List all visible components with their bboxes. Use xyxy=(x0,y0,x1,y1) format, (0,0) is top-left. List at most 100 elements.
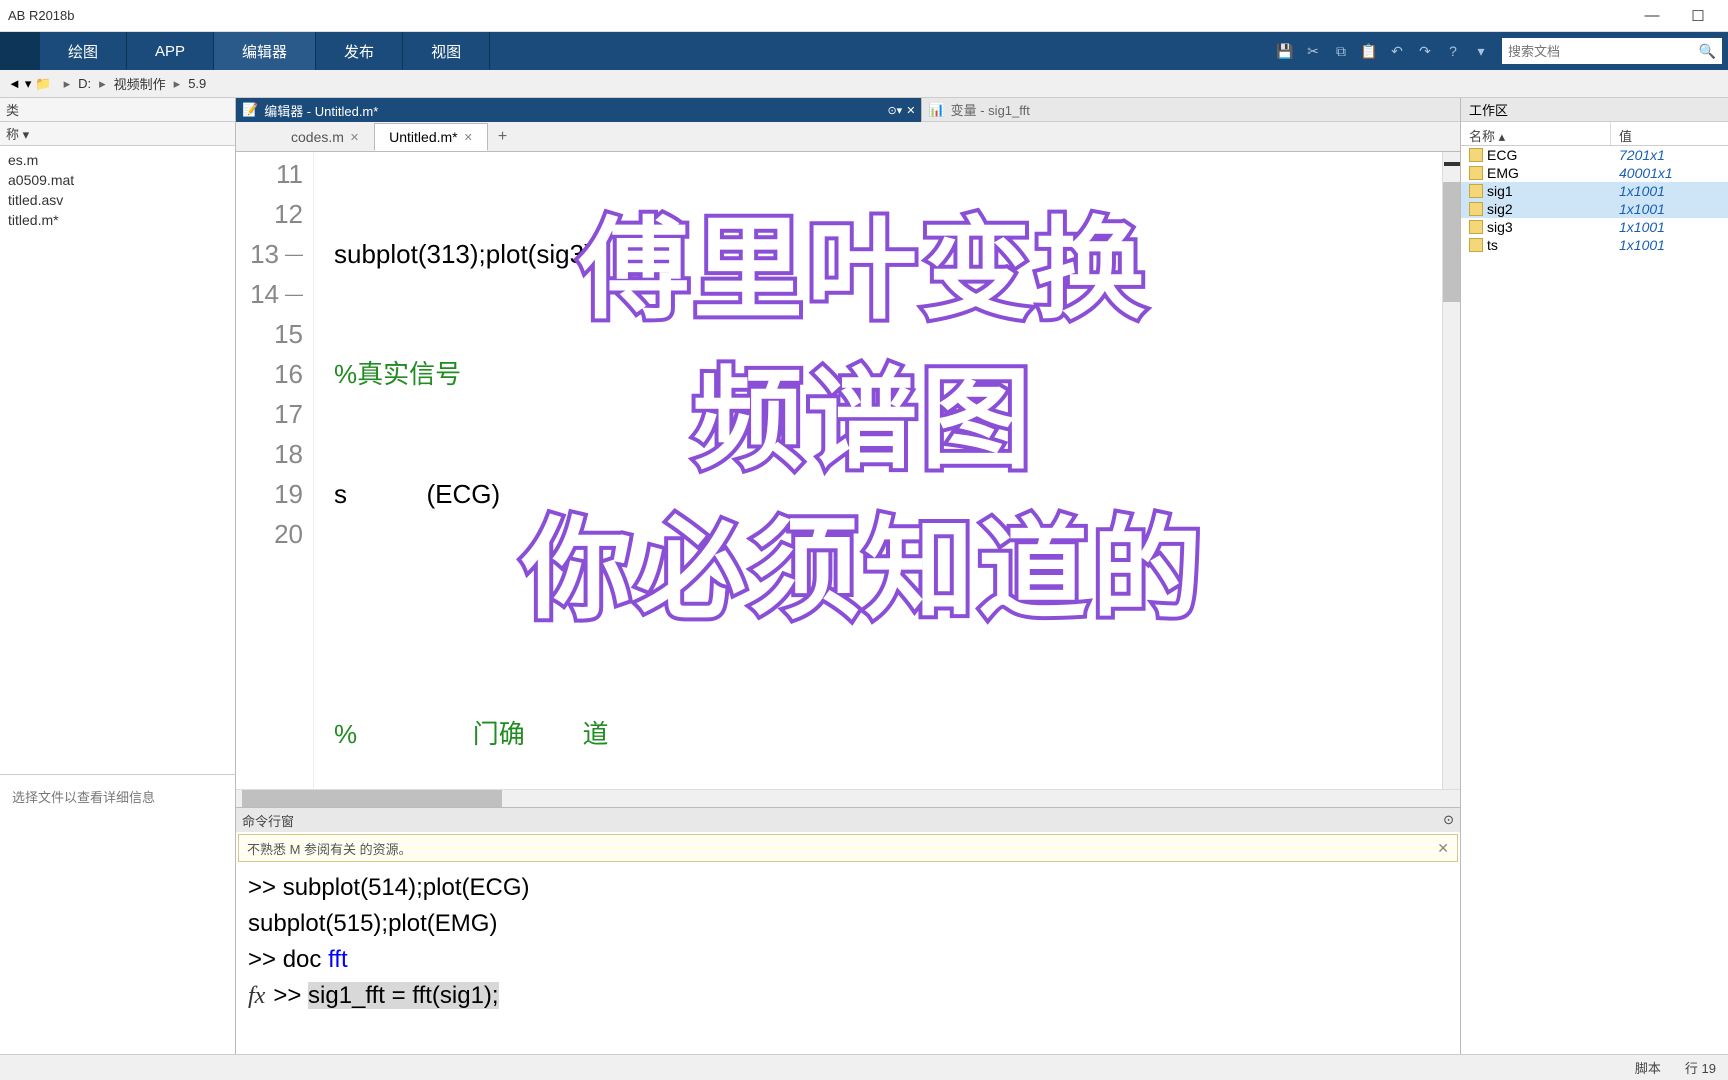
file-item[interactable]: es.m xyxy=(8,150,227,170)
nav-dropdown-icon[interactable]: ▾ xyxy=(25,76,32,92)
ribbon-tab-plot[interactable]: 绘图 xyxy=(40,32,127,70)
help-icon[interactable]: ? xyxy=(1440,38,1466,64)
maximize-button[interactable]: ☐ xyxy=(1684,6,1712,26)
variable-panel-header: 📊 变量 - sig1_fft xyxy=(921,98,1460,122)
file-item[interactable]: titled.m* xyxy=(8,210,227,230)
panel-dropdown-icon[interactable]: ⊙ xyxy=(1443,812,1454,828)
command-line[interactable]: >> doc fft xyxy=(248,942,1448,978)
var-value: 40001x1 xyxy=(1611,165,1728,181)
workspace-panel: 工作区 名称 ▴ 值 ECG 7201x1 EMG40001x1 sig11x10… xyxy=(1460,98,1728,1054)
details-placeholder: 选择文件以查看详细信息 xyxy=(12,787,223,806)
workspace-row[interactable]: ECG 7201x1 xyxy=(1461,146,1728,164)
search-icon[interactable]: 🔍 xyxy=(1699,43,1716,60)
line-number: 17 xyxy=(274,394,303,434)
name-column-label: 称 ▾ xyxy=(6,124,29,143)
code-line[interactable]: subplot(313);plot(sig3) xyxy=(334,234,1442,274)
path-seg-1[interactable]: 视频制作 xyxy=(114,74,166,93)
main-area: 类 称 ▾ es.m a0509.mat titled.asv titled.m… xyxy=(0,98,1728,1054)
workspace-header: 工作区 xyxy=(1461,98,1728,122)
dropdown-icon[interactable]: ▾ xyxy=(1468,38,1494,64)
tip-close-icon[interactable]: ✕ xyxy=(1437,840,1449,857)
path-arrow-icon: ▸ xyxy=(99,76,106,92)
code-line[interactable] xyxy=(334,594,1442,634)
path-drive[interactable]: D: xyxy=(78,76,91,91)
command-line[interactable]: fx>> sig1_fft = fft(sig1); xyxy=(248,978,1448,1014)
search-input[interactable] xyxy=(1508,44,1699,59)
variable-panel-title: 变量 - sig1_fft xyxy=(951,100,1030,119)
file-item[interactable]: a0509.mat xyxy=(8,170,227,190)
redo-icon[interactable]: ↷ xyxy=(1412,38,1438,64)
command-body[interactable]: >> subplot(514);plot(ECG) subplot(515);p… xyxy=(236,864,1460,1054)
search-box[interactable]: 🔍 xyxy=(1502,38,1722,64)
ribbon-tab-app[interactable]: APP xyxy=(127,32,214,70)
workspace-row[interactable]: sig11x1001 xyxy=(1461,182,1728,200)
save-icon[interactable]: 💾 xyxy=(1272,38,1298,64)
folder-panel-header: 类 xyxy=(0,98,235,122)
ribbon-tab-editor[interactable]: 编辑器 xyxy=(214,32,316,70)
pathbar: ◄ ▾ 📁 ▸ D: ▸ 视频制作 ▸ 5.9 xyxy=(0,70,1728,98)
variable-icon xyxy=(1469,238,1483,252)
ribbon-tab-home-blank[interactable] xyxy=(0,32,40,70)
cut-icon[interactable]: ✂ xyxy=(1300,38,1326,64)
line-number: 11 xyxy=(276,154,303,194)
code-line[interactable]: %真实信号 xyxy=(334,354,1442,394)
fold-icon[interactable]: — xyxy=(285,234,303,274)
workspace-row[interactable]: EMG40001x1 xyxy=(1461,164,1728,182)
ribbon-tab-publish[interactable]: 发布 xyxy=(316,32,403,70)
variable-icon xyxy=(1469,184,1483,198)
line-number: 18 xyxy=(274,434,303,474)
column-name[interactable]: 名称 ▴ xyxy=(1461,122,1611,145)
workspace-row[interactable]: sig21x1001 xyxy=(1461,200,1728,218)
workspace-row[interactable]: sig31x1001 xyxy=(1461,218,1728,236)
workspace-row[interactable]: ts1x1001 xyxy=(1461,236,1728,254)
code-editor[interactable]: 11 12 13— 14— 15 16 17 18 19 20 subplot(… xyxy=(236,152,1460,789)
folder-name-header[interactable]: 称 ▾ xyxy=(0,122,235,146)
editor-tabs: codes.m ✕ Untitled.m* ✕ + xyxy=(236,122,1460,152)
var-name: sig1 xyxy=(1487,183,1513,199)
current-folder-panel: 类 称 ▾ es.m a0509.mat titled.asv titled.m… xyxy=(0,98,236,1054)
editor-icon: 📝 xyxy=(242,102,258,118)
statusbar: 脚本 行 19 xyxy=(0,1054,1728,1080)
command-line[interactable]: subplot(515);plot(EMG) xyxy=(248,906,1448,942)
tab-close-icon[interactable]: ✕ xyxy=(350,131,359,144)
fx-icon[interactable]: fx xyxy=(248,983,273,1009)
file-item[interactable]: titled.asv xyxy=(8,190,227,210)
code-body[interactable]: subplot(313);plot(sig3) %真实信号 s (ECG) % … xyxy=(314,152,1442,789)
editor-tab-untitled[interactable]: Untitled.m* ✕ xyxy=(374,123,488,151)
command-line[interactable]: >> subplot(514);plot(ECG) xyxy=(248,870,1448,906)
var-value: 7201x1 xyxy=(1611,147,1728,163)
command-tip-bar: 不熟悉 M 参阅有关 的资源。 ✕ xyxy=(238,834,1458,862)
path-seg-2[interactable]: 5.9 xyxy=(188,76,206,91)
panel-dropdown-icon[interactable]: ⊙▾ xyxy=(887,104,902,117)
line-number: 14 xyxy=(250,274,279,314)
tab-add-button[interactable]: + xyxy=(488,123,517,151)
fold-icon[interactable]: — xyxy=(285,274,303,314)
code-line[interactable]: % 门确 道 xyxy=(334,714,1442,754)
ribbon-tab-view[interactable]: 视图 xyxy=(403,32,490,70)
variable-icon xyxy=(1469,166,1483,180)
editor-tab-codes[interactable]: codes.m ✕ xyxy=(276,123,374,151)
var-name: ECG xyxy=(1487,147,1517,163)
folder-icon[interactable]: 📁 xyxy=(35,76,51,92)
variable-icon xyxy=(1469,202,1483,216)
vertical-scrollbar[interactable] xyxy=(1442,152,1460,789)
var-name: sig3 xyxy=(1487,219,1513,235)
tab-close-icon[interactable]: ✕ xyxy=(464,131,473,144)
line-number: 12 xyxy=(274,194,303,234)
column-value[interactable]: 值 xyxy=(1611,122,1728,145)
copy-icon[interactable]: ⧉ xyxy=(1328,38,1354,64)
minimize-button[interactable]: — xyxy=(1638,6,1666,26)
paste-icon[interactable]: 📋 xyxy=(1356,38,1382,64)
code-line[interactable]: s (ECG) xyxy=(334,474,1442,514)
file-name: titled.m* xyxy=(8,212,59,228)
file-name: es.m xyxy=(8,152,38,168)
scrollbar-thumb[interactable] xyxy=(242,790,502,807)
panel-close-icon[interactable]: ✕ xyxy=(906,104,915,117)
editor-panel-header: 📝 编辑器 - Untitled.m* ⊙▾ ✕ xyxy=(236,98,921,122)
variable-icon: 📊 xyxy=(928,102,944,118)
center-area: 📝 编辑器 - Untitled.m* ⊙▾ ✕ 📊 变量 - sig1_fft… xyxy=(236,98,1460,1054)
undo-icon[interactable]: ↶ xyxy=(1384,38,1410,64)
nav-back-icon[interactable]: ◄ xyxy=(8,76,21,91)
horizontal-scrollbar[interactable] xyxy=(236,789,1460,807)
scrollbar-thumb[interactable] xyxy=(1443,182,1460,302)
